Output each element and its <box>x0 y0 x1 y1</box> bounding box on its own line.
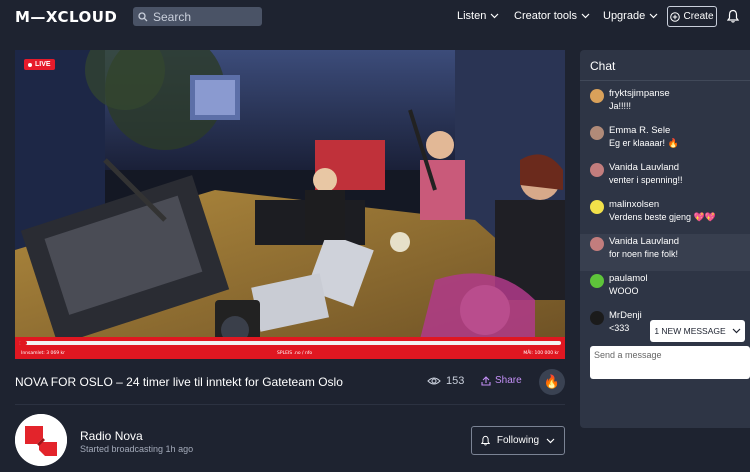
chat-message[interactable]: fryktsjimpanse Ja!!!!! <box>580 86 750 123</box>
nav-creator-tools-label: Creator tools <box>514 10 577 22</box>
channel-broadcast-status: Started broadcasting 1h ago <box>80 444 194 454</box>
chat-text: Ja!!!!! <box>609 101 632 111</box>
fundraising-progress-bar: Innsamlet: 3 069 kr SPLEIS .no / nfo MÅl… <box>15 337 565 359</box>
nav-listen-label: Listen <box>457 10 487 22</box>
chat-username[interactable]: MrDenji <box>609 310 642 321</box>
plus-circle-icon <box>670 11 681 22</box>
live-badge-label: LIVE <box>35 61 51 68</box>
progress-goal-text: MÅl: 100 000 kr <box>523 351 559 356</box>
progress-center-text: SPLEIS .no / nfo <box>277 351 313 356</box>
avatar-fill <box>590 311 604 325</box>
chevron-down-icon <box>546 438 555 443</box>
chat-message-input[interactable] <box>590 346 750 379</box>
chat-message[interactable]: malinxolsen Verdens beste gjeng 💖💖 <box>580 197 750 234</box>
user-avatar[interactable] <box>590 163 604 177</box>
chevron-down-icon <box>490 13 499 19</box>
fire-reaction-button[interactable]: 🔥 <box>539 369 565 395</box>
avatar-fill <box>590 89 604 103</box>
share-icon <box>481 375 491 386</box>
nav-upgrade-label: Upgrade <box>603 10 646 22</box>
chat-text: for noen fine folk! <box>609 249 679 259</box>
chat-text: Eg er klaaaar! 🔥 <box>609 138 679 148</box>
chat-username[interactable]: fryktsjimpanse <box>609 88 670 99</box>
channel-avatar[interactable] <box>15 414 67 466</box>
following-button[interactable]: Following <box>471 426 565 455</box>
live-dot-icon <box>28 62 32 67</box>
live-video-player[interactable]: LIVE Innsamlet: 3 069 kr SPLEIS .no / nf… <box>15 50 565 359</box>
view-count-value: 153 <box>446 375 465 387</box>
avatar-fill <box>590 126 604 140</box>
radio-nova-logo <box>15 414 67 466</box>
chevron-down-icon <box>649 13 658 19</box>
progress-fill <box>19 341 28 345</box>
new-message-label: 1 NEW MESSAGE <box>654 326 726 336</box>
progress-collected-text: Innsamlet: 3 069 kr <box>21 351 66 356</box>
user-avatar[interactable] <box>590 89 604 103</box>
chat-message-box[interactable] <box>590 346 750 379</box>
chat-text: WOOO <box>609 286 639 296</box>
avatar-fill <box>590 163 604 177</box>
stream-info-row: NOVA FOR OSLO – 24 timer live til inntek… <box>15 369 565 395</box>
stream-title: NOVA FOR OSLO – 24 timer live til inntek… <box>15 375 343 389</box>
chevron-down-icon <box>581 13 590 19</box>
avatar-fill <box>590 200 604 214</box>
chat-title: Chat <box>590 59 616 73</box>
user-avatar[interactable] <box>590 311 604 325</box>
chat-text: <333 <box>609 323 630 333</box>
chat-username[interactable]: Vanida Lauvland <box>609 162 679 173</box>
avatar-fill <box>590 237 604 251</box>
fire-icon: 🔥 <box>543 374 561 389</box>
user-avatar[interactable] <box>590 237 604 251</box>
create-button[interactable]: Create <box>667 6 717 27</box>
chat-message[interactable]: paulamol WOOO <box>580 271 750 308</box>
chat-username[interactable]: paulamol <box>609 273 648 284</box>
user-avatar[interactable] <box>590 200 604 214</box>
notifications-bell-icon[interactable] <box>727 9 739 23</box>
search-icon <box>138 11 148 21</box>
chat-text: Verdens beste gjeng 💖💖 <box>609 212 716 222</box>
following-button-label: Following <box>496 435 540 446</box>
nav-listen[interactable]: Listen <box>457 10 499 22</box>
search-input[interactable] <box>153 9 253 24</box>
progress-track <box>19 341 561 345</box>
avatar-fill <box>590 274 604 288</box>
chat-username[interactable]: Emma R. Sele <box>609 125 670 136</box>
user-avatar[interactable] <box>590 274 604 288</box>
chat-divider <box>580 80 750 81</box>
new-message-button[interactable]: 1 NEW MESSAGE <box>650 320 745 342</box>
chat-text: venter i spenning!! <box>609 175 683 185</box>
create-button-label: Create <box>683 11 714 22</box>
eye-icon <box>427 377 441 385</box>
chat-username[interactable]: malinxolsen <box>609 199 659 210</box>
top-navigation-bar: M—XCLOUD Listen Creator tools Upgrade Cr… <box>0 0 750 36</box>
nav-upgrade[interactable]: Upgrade <box>603 10 658 22</box>
chat-panel: Chat fryktsjimpanse Ja!!!!! Emma R. Sele… <box>580 50 750 428</box>
chevron-down-icon <box>732 328 741 334</box>
channel-name[interactable]: Radio Nova <box>80 429 143 443</box>
bell-icon <box>480 435 490 446</box>
chat-username[interactable]: Vanida Lauvland <box>609 236 679 247</box>
live-badge: LIVE <box>24 59 55 70</box>
section-divider <box>15 404 565 405</box>
user-avatar[interactable] <box>590 126 604 140</box>
chat-message[interactable]: Emma R. Sele Eg er klaaaar! 🔥 <box>580 123 750 160</box>
view-count: 153 <box>427 375 464 387</box>
studio-video-frame <box>15 50 565 359</box>
share-button[interactable]: Share <box>481 375 522 386</box>
chat-message-highlighted[interactable]: Vanida Lauvland for noen fine folk! <box>580 234 750 271</box>
search-box[interactable] <box>133 7 262 26</box>
share-button-label: Share <box>495 375 522 386</box>
mixcloud-logo[interactable]: M—XCLOUD <box>15 8 117 26</box>
nav-creator-tools[interactable]: Creator tools <box>514 10 590 22</box>
chat-message[interactable]: Vanida Lauvland venter i spenning!! <box>580 160 750 197</box>
